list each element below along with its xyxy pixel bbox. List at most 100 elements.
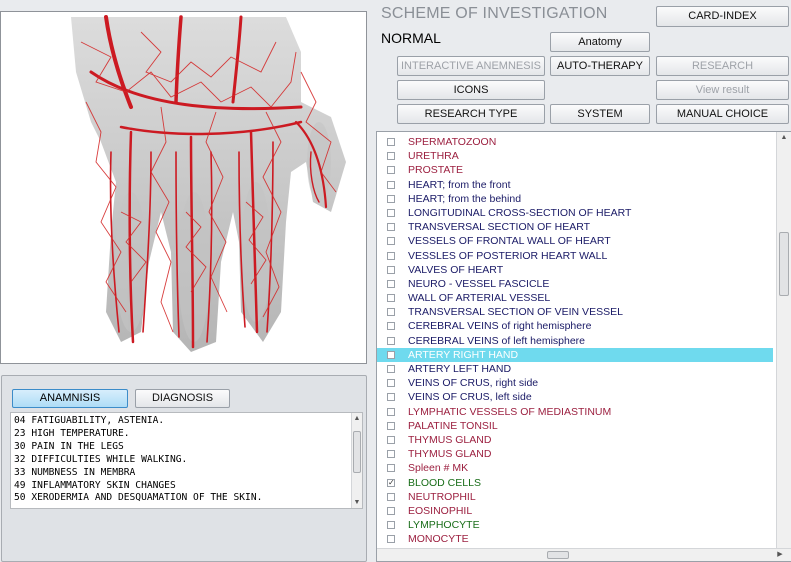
organ-list-item[interactable]: PROSTATE: [377, 163, 773, 177]
organ-list-item[interactable]: VESSELS OF FRONTAL WALL OF HEART: [377, 234, 773, 248]
auto-therapy-button[interactable]: AUTO-THERAPY: [550, 56, 650, 76]
organ-list-item-label: VEINS OF CRUS, right side: [408, 377, 539, 390]
organ-list-item-label: CEREBRAL VEINS of right hemisphere: [408, 320, 592, 333]
checkbox[interactable]: [387, 506, 395, 515]
organ-list-item[interactable]: CEREBRAL VEINS of left hemisphere: [377, 334, 773, 348]
organ-list-item-label: EOSINOPHIL: [408, 504, 473, 517]
checkbox[interactable]: [387, 492, 395, 501]
checkbox[interactable]: [387, 336, 395, 345]
card-index-button[interactable]: CARD-INDEX: [656, 6, 789, 27]
organ-list-item[interactable]: VEINS OF CRUS, left side: [377, 390, 773, 404]
anamnesis-item[interactable]: 49 INFLAMMATORY SKIN CHANGES: [14, 480, 262, 493]
organ-list-item[interactable]: HEART; from the front: [377, 178, 773, 192]
checkbox[interactable]: [387, 223, 395, 232]
organ-list-item[interactable]: VESSLES OF POSTERIOR HEART WALL: [377, 249, 773, 263]
organ-list-item-label: LYMPHOCYTE: [408, 519, 480, 532]
anamnesis-item[interactable]: 23 HIGH TEMPERATURE.: [14, 428, 262, 441]
interactive-anemnesis-button[interactable]: INTERACTIVE ANEMNESIS: [397, 56, 545, 76]
organ-list-item[interactable]: SPERMATOZOON: [377, 135, 773, 149]
anamnesis-list: 04 FATIGUABILITY, ASTENIA. 23 HIGH TEMPER…: [10, 412, 363, 509]
anatomy-image-panel: [0, 11, 367, 364]
checkbox[interactable]: [387, 435, 395, 444]
tab-anamnesis[interactable]: ANAMNISIS: [12, 389, 128, 408]
checkbox[interactable]: [387, 279, 395, 288]
organ-list-item[interactable]: LYMPHATIC VESSELS OF MEDIASTINUM: [377, 405, 773, 419]
scroll-down-icon[interactable]: ▼: [352, 499, 362, 506]
checkbox[interactable]: [387, 379, 395, 388]
checkbox[interactable]: [387, 350, 395, 359]
anamnesis-item[interactable]: 50 XERODERMIA AND DESQUAMATION OF THE SK…: [14, 492, 262, 505]
checkbox[interactable]: [387, 251, 395, 260]
checkbox[interactable]: [387, 521, 395, 530]
checkbox[interactable]: [387, 237, 395, 246]
checkbox[interactable]: [387, 194, 395, 203]
checkbox[interactable]: [387, 464, 395, 473]
research-button[interactable]: RESEARCH: [656, 56, 789, 76]
checkbox[interactable]: [387, 294, 395, 303]
view-result-button[interactable]: View result: [656, 80, 789, 100]
organ-list-item[interactable]: ARTERY RIGHT HAND: [377, 347, 773, 362]
organ-list-item[interactable]: LONGITUDINAL CROSS-SECTION OF HEART: [377, 206, 773, 220]
scroll-up-icon[interactable]: ▲: [352, 415, 362, 422]
organ-list-item[interactable]: THYMUS GLAND: [377, 433, 773, 447]
organ-list-vertical-scrollbar[interactable]: ▲: [776, 132, 791, 548]
manual-choice-button[interactable]: MANUAL CHOICE: [656, 104, 789, 124]
organ-list-item[interactable]: NEURO - VESSEL FASCICLE: [377, 277, 773, 291]
organ-list-item[interactable]: ✓ BLOOD CELLS: [377, 476, 773, 490]
checkbox[interactable]: [387, 535, 395, 544]
organ-list-item[interactable]: THYMUS GLAND: [377, 447, 773, 461]
organ-list-item[interactable]: LYMPHOCYTE: [377, 518, 773, 532]
scroll-up-icon[interactable]: ▲: [777, 134, 791, 141]
organ-list-item-label: CEREBRAL VEINS of left hemisphere: [408, 334, 586, 347]
organ-list-item-label: TRANSVERSAL SECTION OF VEIN VESSEL: [408, 306, 623, 319]
hand-arteries-illustration: [71, 15, 346, 352]
organ-list-item[interactable]: NEUTROPHIL: [377, 490, 773, 504]
organ-list-item[interactable]: ARTERY LEFT HAND: [377, 362, 773, 376]
checkbox[interactable]: [387, 308, 395, 317]
checkbox[interactable]: [387, 265, 395, 274]
anamnesis-item[interactable]: 04 FATIGUABILITY, ASTENIA.: [14, 415, 262, 428]
anamnesis-scrollbar[interactable]: ▲ ▼: [351, 413, 362, 508]
organ-list-item[interactable]: HEART; from the behind: [377, 192, 773, 206]
checkbox[interactable]: [387, 152, 395, 161]
horizontal-scroll-thumb[interactable]: [547, 551, 569, 559]
icons-button[interactable]: ICONS: [397, 80, 545, 100]
organ-list-horizontal-scrollbar[interactable]: ▶: [377, 548, 791, 561]
checkbox[interactable]: [387, 180, 395, 189]
anamnesis-item[interactable]: 33 NUMBNESS IN MEMBRA: [14, 467, 262, 480]
checkbox[interactable]: [387, 208, 395, 217]
anamnesis-item[interactable]: 30 PAIN IN THE LEGS: [14, 441, 262, 454]
organ-list-item[interactable]: TRANSVERSAL SECTION OF VEIN VESSEL: [377, 305, 773, 319]
organ-list-item[interactable]: Spleen # MK: [377, 461, 773, 475]
anatomy-button[interactable]: Anatomy: [550, 32, 650, 52]
research-type-button[interactable]: RESEARCH TYPE: [397, 104, 545, 124]
scroll-thumb[interactable]: [779, 232, 789, 296]
anamnesis-item[interactable]: 32 DIFFICULTIES WHILE WALKING.: [14, 454, 262, 467]
organ-list-item[interactable]: VALVES OF HEART: [377, 263, 773, 277]
organ-list-item[interactable]: MONOCYTE: [377, 532, 773, 546]
checkbox[interactable]: [387, 421, 395, 430]
checkbox[interactable]: [387, 322, 395, 331]
checkbox[interactable]: [387, 407, 395, 416]
organ-list-item[interactable]: WALL OF ARTERIAL VESSEL: [377, 291, 773, 305]
checkbox[interactable]: [387, 393, 395, 402]
system-button[interactable]: SYSTEM: [550, 104, 650, 124]
checkbox[interactable]: [387, 450, 395, 459]
checkbox[interactable]: [387, 138, 395, 146]
page-title: SCHEME OF INVESTIGATION: [381, 5, 608, 22]
organ-list-item[interactable]: URETHRA: [377, 149, 773, 163]
checkbox[interactable]: [387, 365, 395, 373]
checkbox[interactable]: ✓: [387, 478, 395, 487]
organ-list-item-label: VESSELS OF FRONTAL WALL OF HEART: [408, 235, 611, 248]
organ-list-item[interactable]: TRANSVERSAL SECTION OF HEART: [377, 220, 773, 234]
organ-list-item-label: NEURO - VESSEL FASCICLE: [408, 277, 550, 290]
organ-list-item-label: THYMUS GLAND: [408, 448, 492, 461]
scroll-thumb[interactable]: [353, 431, 361, 473]
organ-list-item[interactable]: VEINS OF CRUS, right side: [377, 376, 773, 390]
tab-diagnosis[interactable]: DIAGNOSIS: [135, 389, 230, 408]
scroll-right-icon[interactable]: ▶: [775, 550, 785, 558]
organ-list-item[interactable]: PALATINE TONSIL: [377, 419, 773, 433]
organ-list-item[interactable]: CEREBRAL VEINS of right hemisphere: [377, 319, 773, 333]
checkbox[interactable]: [387, 166, 395, 175]
organ-list-item[interactable]: EOSINOPHIL: [377, 504, 773, 518]
